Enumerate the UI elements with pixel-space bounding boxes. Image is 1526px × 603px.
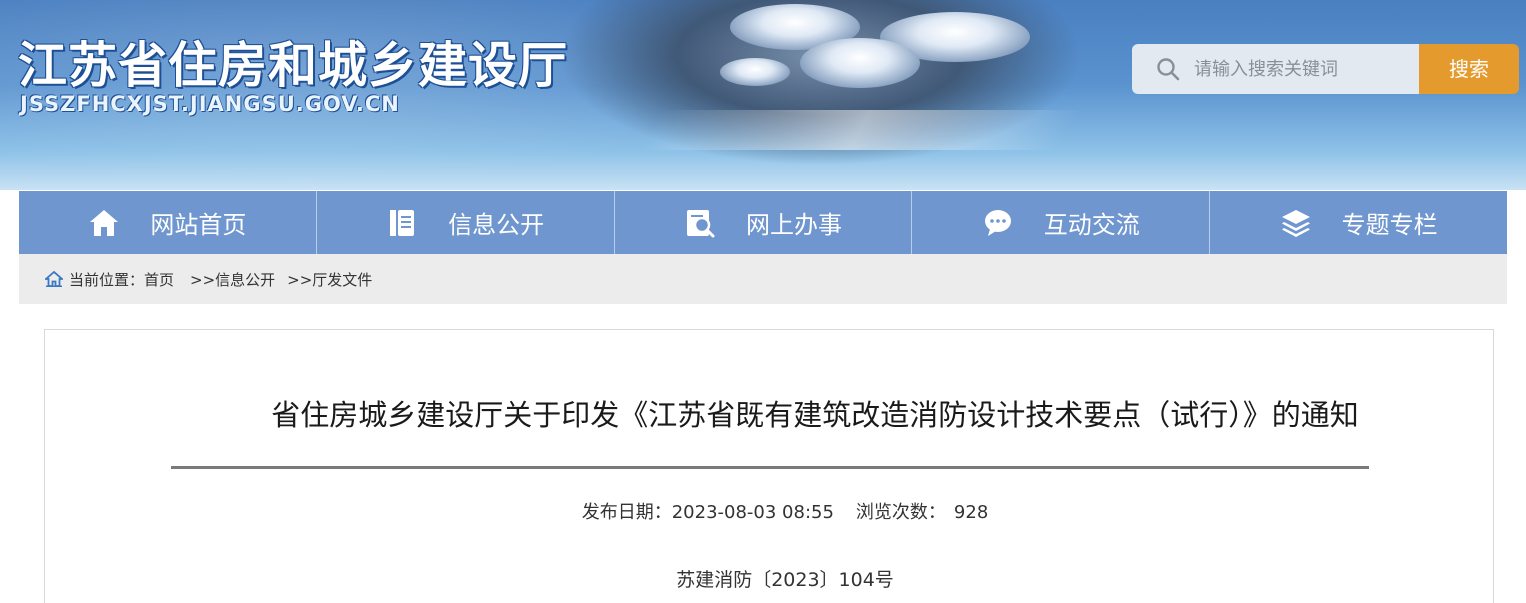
search-input[interactable] <box>1194 54 1414 84</box>
chat-icon <box>984 209 1011 236</box>
breadcrumb-prefix: 当前位置： <box>69 270 145 289</box>
nav-item-special-topics[interactable]: 专题专栏 <box>1210 191 1507 254</box>
site-domain: JSSZFHCXJST.JIANGSU.GOV.CN <box>20 92 400 116</box>
article-title: 省住房城乡建设厅关于印发《江苏省既有建筑改造消防设计技术要点（试行）》的通知 <box>271 398 1359 432</box>
search-document-icon <box>686 209 715 237</box>
nav-item-label: 信息公开 <box>448 211 545 239</box>
breadcrumb-link-info-disclosure[interactable]: >>信息公开 <box>190 269 275 290</box>
location-home-icon <box>45 270 63 287</box>
search-icon <box>1157 58 1180 81</box>
publish-date-label: 发布日期： <box>581 502 672 523</box>
article-container: 省住房城乡建设厅关于印发《江苏省既有建筑改造消防设计技术要点（试行）》的通知 发… <box>44 329 1494 603</box>
search-button[interactable]: 搜索 <box>1419 44 1519 94</box>
nav-item-info-disclosure[interactable]: 信息公开 <box>317 191 615 254</box>
view-count: 928 <box>953 502 989 523</box>
banner-road <box>638 110 1082 150</box>
site-title[interactable]: 江苏省住房和城乡建设厅 <box>18 26 568 97</box>
title-divider <box>171 466 1369 469</box>
layers-icon <box>1281 209 1310 237</box>
breadcrumb-link-home[interactable]: 首页 <box>144 269 174 290</box>
main-nav: 网站首页 信息公开 网上办事 互动交流 专题专栏 <box>19 191 1507 254</box>
article-meta: 发布日期：2023-08-03 08:55 浏览次数： 928 <box>45 498 1495 524</box>
view-count-label: 浏览次数： <box>855 502 946 523</box>
search-bar: 搜索 <box>1132 44 1519 94</box>
nav-item-interaction[interactable]: 互动交流 <box>912 191 1211 254</box>
publish-date: 2023-08-03 08:55 <box>671 502 834 523</box>
header-banner: 江苏省住房和城乡建设厅 JSSZFHCXJST.JIANGSU.GOV.CN 搜… <box>0 0 1526 190</box>
nav-item-home[interactable]: 网站首页 <box>19 191 317 254</box>
nav-item-label: 专题专栏 <box>1341 211 1438 239</box>
home-icon <box>90 209 119 236</box>
search-box <box>1132 44 1420 94</box>
breadcrumb: 当前位置： 首页 >>信息公开 >>厅发文件 <box>19 254 1507 304</box>
nav-item-label: 互动交流 <box>1043 211 1140 239</box>
banner-dome <box>800 38 920 88</box>
breadcrumb-link-dept-documents[interactable]: >>厅发文件 <box>287 269 372 290</box>
nav-item-label: 网上办事 <box>745 211 842 239</box>
nav-item-online-services[interactable]: 网上办事 <box>615 191 913 254</box>
banner-dome <box>720 58 790 86</box>
nav-item-label: 网站首页 <box>150 211 247 239</box>
document-number: 苏建消防〔2023〕104号 <box>676 569 894 591</box>
document-icon <box>390 209 415 236</box>
